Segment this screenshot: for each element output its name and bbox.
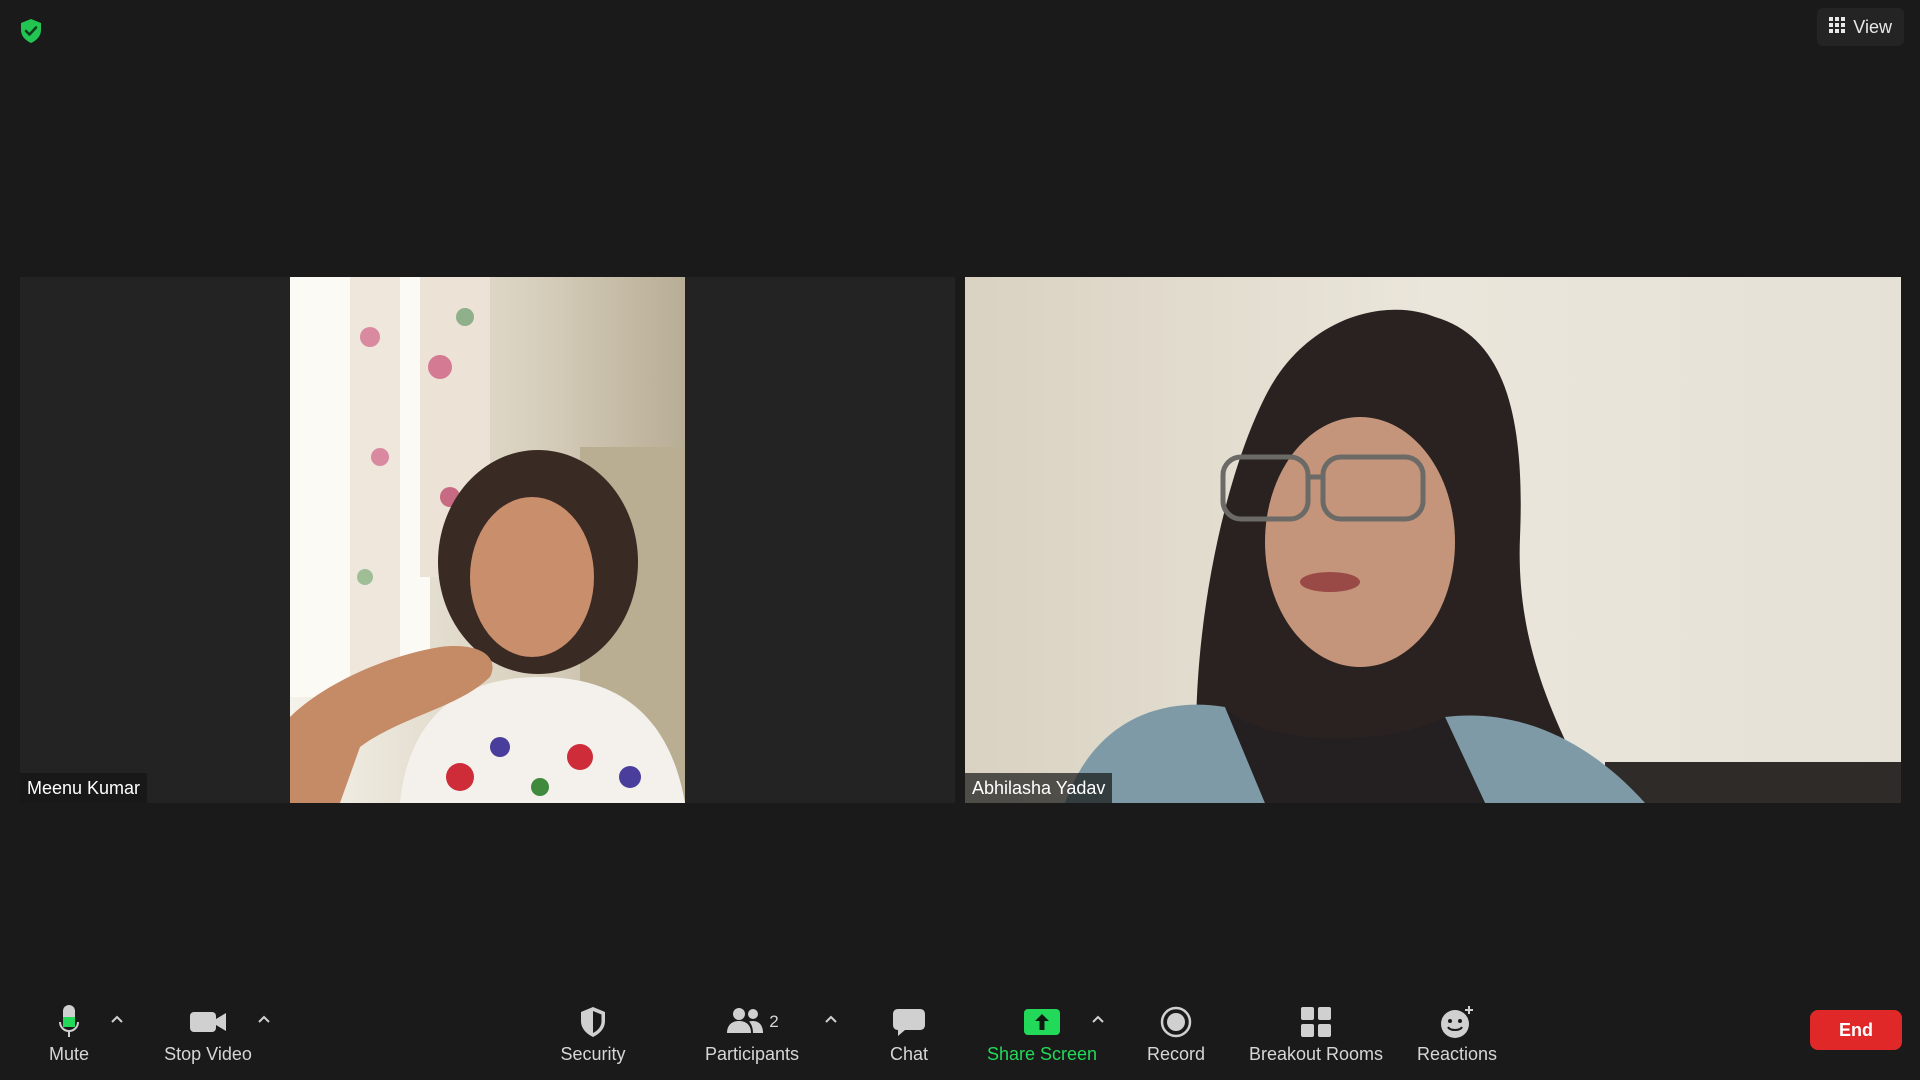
participants-count: 2 — [769, 1012, 779, 1031]
share-screen-label: Share Screen — [986, 1044, 1098, 1064]
share-screen-button[interactable]: Share Screen — [986, 1002, 1098, 1065]
mute-button[interactable]: Mute — [42, 1002, 96, 1065]
meeting-toolbar: Mute Stop Video Security 2 Participants … — [0, 990, 1920, 1080]
microphone-icon — [58, 1002, 80, 1042]
breakout-rooms-label: Breakout Rooms — [1248, 1044, 1384, 1064]
stop-video-button[interactable]: Stop Video — [160, 1002, 256, 1065]
breakout-rooms-icon — [1300, 1002, 1332, 1042]
encryption-shield-icon[interactable] — [14, 14, 48, 48]
record-icon — [1160, 1002, 1192, 1042]
chat-label: Chat — [889, 1044, 929, 1064]
chevron-up-icon[interactable] — [1089, 1010, 1107, 1028]
video-tile-abhilasha-yadav[interactable]: Abhilasha Yadav — [965, 277, 1901, 803]
stop-video-label: Stop Video — [164, 1044, 252, 1064]
view-button[interactable]: View — [1817, 8, 1904, 46]
record-button[interactable]: Record — [1144, 1002, 1208, 1065]
chevron-up-icon[interactable] — [255, 1010, 273, 1028]
chevron-up-icon[interactable] — [108, 1010, 126, 1028]
share-screen-icon — [1023, 1002, 1061, 1042]
participant-name-tag: Meenu Kumar — [20, 773, 148, 803]
video-tile-meenu-kumar[interactable]: Meenu Kumar — [20, 277, 955, 803]
chat-bubble-icon — [892, 1002, 926, 1042]
end-meeting-button[interactable]: End — [1810, 1010, 1902, 1050]
reactions-label: Reactions — [1416, 1044, 1498, 1064]
security-button[interactable]: Security — [557, 1002, 629, 1065]
video-camera-icon — [189, 1002, 227, 1042]
view-label: View — [1853, 16, 1892, 37]
shield-icon — [579, 1002, 607, 1042]
participant-video-feed — [965, 277, 1901, 803]
participant-video-feed — [20, 277, 955, 803]
people-icon — [725, 1006, 765, 1039]
participants-button[interactable]: 2 Participants — [700, 1002, 804, 1065]
emoji-plus-icon — [1439, 1002, 1475, 1042]
security-label: Security — [560, 1044, 626, 1064]
grid-view-icon — [1829, 16, 1846, 38]
participants-label: Participants — [704, 1044, 800, 1064]
zoom-meeting-window: View Meenu Kumar Abhilasha Yadav Mute St… — [0, 0, 1920, 1080]
record-label: Record — [1146, 1044, 1206, 1064]
chevron-up-icon[interactable] — [822, 1010, 840, 1028]
breakout-rooms-button[interactable]: Breakout Rooms — [1246, 1002, 1386, 1065]
chat-button[interactable]: Chat — [884, 1002, 934, 1065]
participants-icon-group: 2 — [725, 1002, 779, 1042]
participant-name-tag: Abhilasha Yadav — [965, 773, 1113, 803]
mute-label: Mute — [48, 1044, 90, 1064]
reactions-button[interactable]: Reactions — [1414, 1002, 1500, 1065]
